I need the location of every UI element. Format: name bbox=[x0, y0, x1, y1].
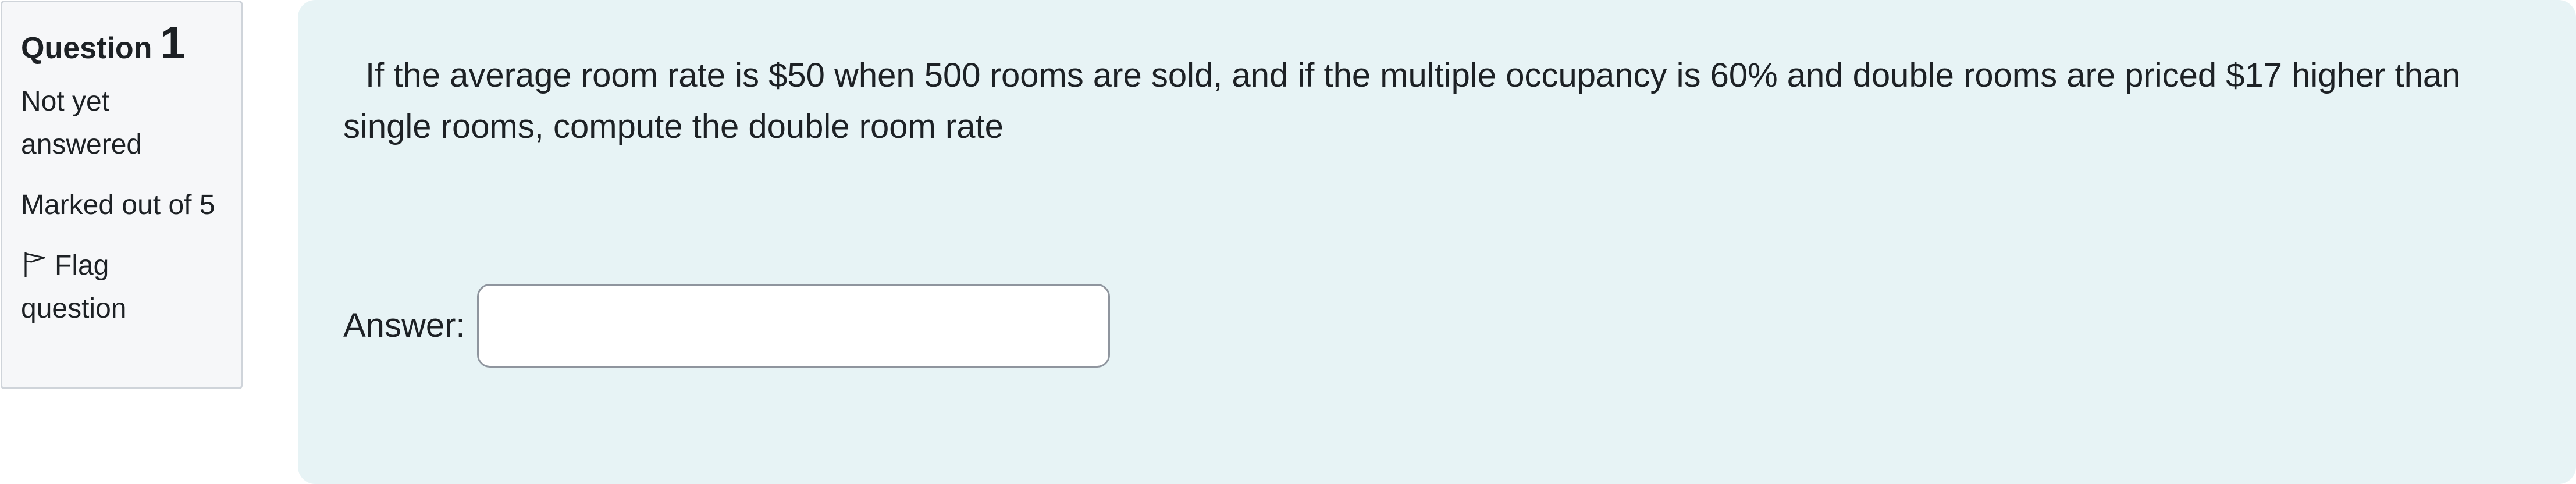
question-info-panel: Question 1 Not yet answered Marked out o… bbox=[1, 1, 243, 389]
flag-icon bbox=[24, 252, 45, 277]
question-label: Question bbox=[21, 31, 152, 65]
quiz-page: Question 1 Not yet answered Marked out o… bbox=[0, 0, 2576, 484]
flag-question-link[interactable]: Flag question bbox=[21, 244, 222, 330]
answer-input[interactable] bbox=[476, 284, 1110, 368]
question-text: If the average room rate is $50 when 500… bbox=[343, 56, 2461, 145]
answer-label: Answer: bbox=[343, 307, 465, 344]
question-number: 1 bbox=[160, 17, 186, 68]
question-state: Not yet answered bbox=[21, 86, 143, 160]
question-content-panel: If the average room rate is $50 when 500… bbox=[298, 0, 2576, 484]
question-number-heading: Question 1 bbox=[21, 20, 222, 65]
answer-row: Answer: bbox=[343, 284, 1110, 368]
question-marks: Marked out of 5 bbox=[21, 190, 215, 220]
